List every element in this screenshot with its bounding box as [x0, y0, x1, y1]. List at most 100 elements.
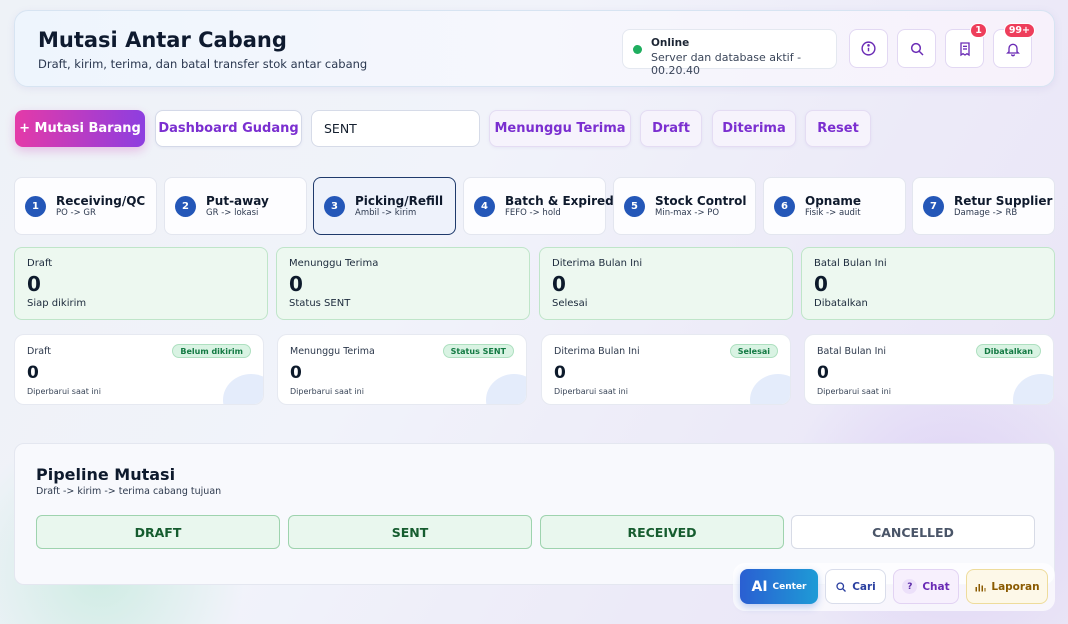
kpi-menunggu-terima: Menunggu Terima 0 Status SENT: [276, 247, 530, 320]
status-text: Server dan database aktif - 00.20.40: [651, 51, 802, 77]
kpi-draft: Draft 0 Siap dikirim: [14, 247, 268, 320]
info-icon: [861, 41, 876, 56]
laporan-button[interactable]: Laporan: [966, 569, 1048, 604]
card-label: Draft: [27, 346, 51, 357]
pipeline-title: Pipeline Mutasi: [36, 465, 176, 484]
step-opname[interactable]: 6 Opname Fisik -> audit: [763, 177, 906, 235]
status-badge: Dibatalkan: [976, 344, 1041, 358]
step-subtitle: Damage -> RB: [954, 208, 1018, 218]
card-label: Menunggu Terima: [290, 346, 375, 357]
step-title: Opname: [805, 194, 862, 208]
step-number: 3: [324, 196, 345, 217]
filter-menunggu-terima-button[interactable]: Menunggu Terima: [489, 110, 631, 147]
step-title: Picking/Refill: [355, 194, 444, 208]
kpi-label: Menunggu Terima: [289, 258, 379, 269]
step-number: 1: [25, 196, 46, 217]
card-value: 0: [27, 363, 39, 383]
bar-chart-icon: [975, 583, 986, 591]
ai-center-label: Center: [772, 581, 807, 592]
card-value: 0: [554, 363, 566, 383]
filter-diterima-button[interactable]: Diterima: [712, 110, 796, 147]
chat-label: Chat: [922, 580, 950, 593]
kpi-batal-bulan-ini: Batal Bulan Ini 0 Dibatalkan: [801, 247, 1055, 320]
status-badge: Belum dikirim: [172, 344, 251, 358]
step-subtitle: FEFO -> hold: [505, 208, 561, 218]
step-number: 2: [175, 196, 196, 217]
stat-card-menunggu-terima: Menunggu Terima Status SENT 0 Diperbarui…: [277, 334, 527, 405]
step-stock-control[interactable]: 5 Stock Control Min-max -> PO: [613, 177, 756, 235]
kpi-value: 0: [27, 272, 41, 296]
pipeline-stage-sent: SENT: [288, 515, 532, 549]
kpi-label: Batal Bulan Ini: [814, 258, 887, 269]
status-title: Online: [651, 37, 690, 49]
step-picking-refill[interactable]: 3 Picking/Refill Ambil -> kirim: [313, 177, 456, 235]
status-badge: Selesai: [729, 344, 778, 358]
stat-card-draft: Draft Belum dikirim 0 Diperbarui saat in…: [14, 334, 264, 405]
search-icon: [836, 581, 847, 592]
search-input[interactable]: [311, 110, 480, 147]
filter-draft-button[interactable]: Draft: [640, 110, 702, 147]
step-subtitle: Ambil -> kirim: [355, 208, 417, 218]
kpi-value: 0: [552, 272, 566, 296]
stat-card-batal: Batal Bulan Ini Dibatalkan 0 Diperbarui …: [804, 334, 1054, 405]
step-number: 4: [474, 196, 495, 217]
notification-button[interactable]: 99+: [993, 23, 1035, 68]
pipeline-subtitle: Draft -> kirim -> terima cabang tujuan: [36, 486, 222, 497]
card-updated: Diperbarui saat ini: [554, 387, 628, 396]
pipeline-stage-cancelled: CANCELLED: [791, 515, 1035, 549]
info-button[interactable]: [849, 29, 888, 68]
step-number: 7: [923, 196, 944, 217]
step-subtitle: GR -> lokasi: [206, 208, 259, 218]
reset-button[interactable]: Reset: [805, 110, 871, 147]
kpi-label: Draft: [27, 258, 53, 269]
card-label: Batal Bulan Ini: [817, 346, 887, 357]
online-dot-icon: [633, 45, 642, 54]
dashboard-gudang-button[interactable]: Dashboard Gudang: [155, 110, 302, 147]
step-subtitle: PO -> GR: [56, 208, 96, 218]
step-title: Receiving/QC: [56, 194, 146, 208]
card-updated: Diperbarui saat ini: [290, 387, 364, 396]
step-put-away[interactable]: 2 Put-away GR -> lokasi: [164, 177, 307, 235]
card-value: 0: [817, 363, 829, 383]
chat-button[interactable]: ? Chat: [893, 569, 959, 604]
step-retur-supplier[interactable]: 7 Retur Supplier Damage -> RB: [912, 177, 1055, 235]
step-title: Put-away: [206, 194, 269, 208]
server-status: Online Server dan database aktif - 00.20…: [622, 29, 837, 77]
kpi-sub: Siap dikirim: [27, 298, 87, 309]
receipt-icon: [959, 41, 970, 56]
step-number: 6: [774, 196, 795, 217]
cari-label: Cari: [852, 580, 876, 593]
bell-icon: [1005, 43, 1020, 56]
receipt-badge: 1: [970, 23, 987, 38]
page-title: Mutasi Antar Cabang: [38, 28, 287, 52]
ai-label: AI: [751, 578, 768, 595]
page-subtitle: Draft, kirim, terima, dan batal transfer…: [38, 57, 368, 71]
laporan-label: Laporan: [991, 580, 1040, 593]
step-batch-expired[interactable]: 4 Batch & Expired FEFO -> hold: [463, 177, 614, 235]
receipt-button[interactable]: 1: [945, 23, 987, 68]
step-receiving-qc[interactable]: 1 Receiving/QC PO -> GR: [14, 177, 157, 235]
search-button[interactable]: [897, 29, 936, 68]
search-icon: [910, 42, 924, 56]
step-subtitle: Fisik -> audit: [805, 208, 861, 218]
card-updated: Diperbarui saat ini: [27, 387, 101, 396]
step-title: Retur Supplier: [954, 194, 1053, 208]
kpi-sub: Selesai: [552, 298, 588, 309]
card-updated: Diperbarui saat ini: [817, 387, 891, 396]
add-mutation-button[interactable]: + Mutasi Barang: [15, 110, 145, 147]
card-label: Diterima Bulan Ini: [554, 346, 640, 357]
kpi-sub: Dibatalkan: [814, 298, 868, 309]
status-badge: Status SENT: [442, 344, 514, 358]
pipeline-stage-draft: DRAFT: [36, 515, 280, 549]
notification-badge: 99+: [1003, 23, 1035, 38]
kpi-sub: Status SENT: [289, 298, 351, 309]
ai-center-button[interactable]: AI Center: [740, 569, 818, 604]
pipeline-stage-received: RECEIVED: [540, 515, 784, 549]
quick-dock: AI Center Cari ? Chat Laporan: [733, 563, 1055, 611]
stat-card-diterima: Diterima Bulan Ini Selesai 0 Diperbarui …: [541, 334, 791, 405]
kpi-label: Diterima Bulan Ini: [552, 258, 643, 269]
page-header: Mutasi Antar Cabang Draft, kirim, terima…: [14, 10, 1055, 87]
kpi-value: 0: [289, 272, 303, 296]
cari-button[interactable]: Cari: [825, 569, 886, 604]
step-title: Stock Control: [655, 194, 747, 208]
